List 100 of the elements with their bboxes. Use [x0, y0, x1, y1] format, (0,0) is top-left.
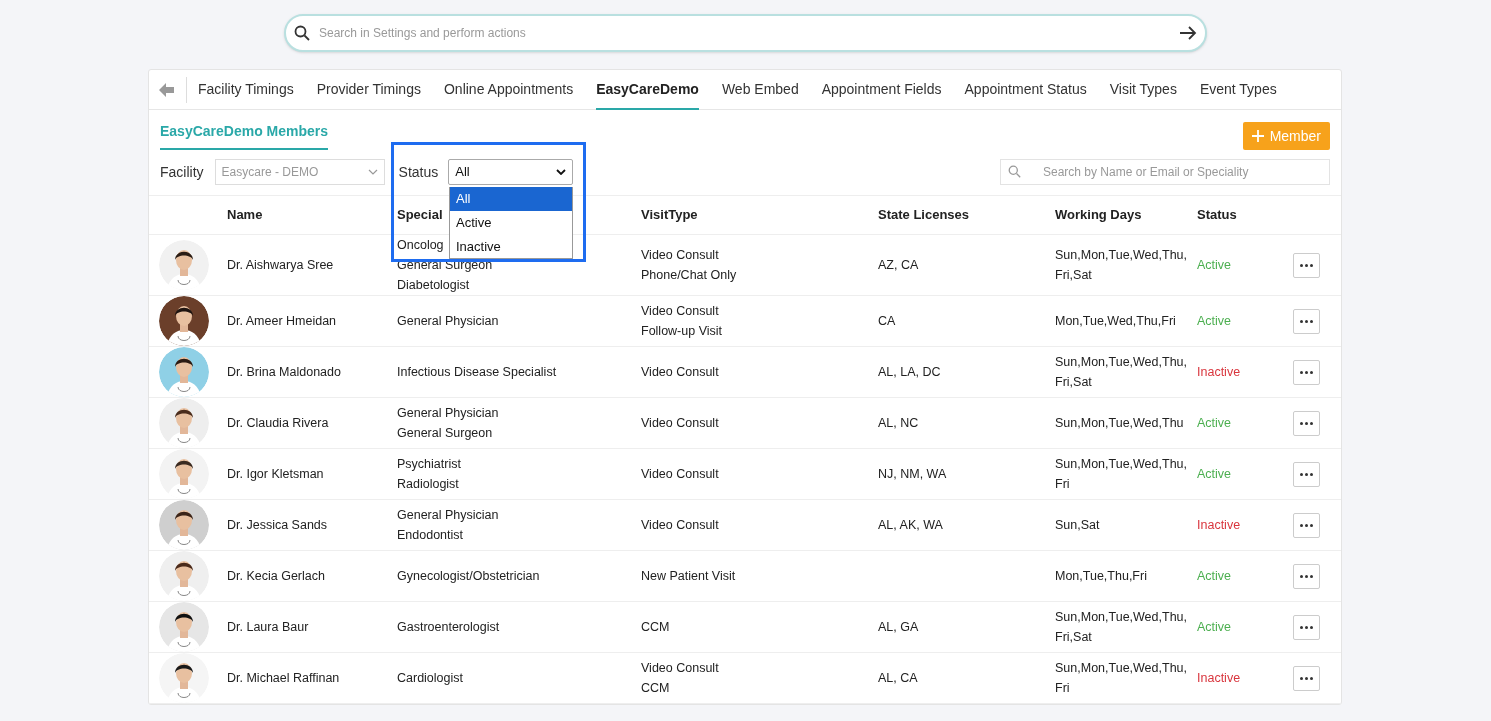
tab[interactable]: Visit Types [1109, 69, 1177, 110]
speciality-text: Gynecologist/Obstetrician [397, 568, 540, 585]
member-name: Dr. Claudia Rivera [227, 415, 330, 432]
more-button[interactable] [1293, 512, 1320, 538]
status-text: Active [1197, 568, 1232, 585]
speciality-text: Infectious Disease Specialist [397, 364, 557, 381]
member-name: Dr. Igor Kletsman [227, 466, 325, 483]
search-icon [294, 25, 310, 41]
status-text: Active [1197, 313, 1232, 330]
more-button[interactable] [1293, 359, 1320, 385]
column-header: Name [227, 206, 263, 225]
speciality-text: General Physician [397, 507, 499, 524]
tab[interactable]: Appointment Fields [821, 69, 942, 110]
working-days: Sun,Mon,Tue,Wed,Thu,Fri [1055, 658, 1187, 698]
visit-type-text: CCM [641, 619, 670, 636]
visit-type-text: Video Consult [641, 247, 719, 264]
more-icon [1300, 263, 1313, 267]
speciality-text: Psychiatrist [397, 456, 461, 473]
tab[interactable]: Appointment Status [964, 69, 1087, 110]
search-icon [1008, 165, 1021, 178]
status-text: Inactive [1197, 517, 1241, 534]
tab[interactable]: EasyCareDemo [596, 69, 699, 110]
member-name: Dr. Aishwarya Sree [227, 257, 335, 274]
visit-type-text: CCM [641, 680, 670, 697]
tab[interactable]: Web Embed [721, 69, 799, 110]
status-text: Active [1197, 415, 1232, 432]
speciality-text: Cardiologist [397, 670, 463, 687]
status-text: Inactive [1197, 364, 1241, 381]
search-field[interactable]: Search in Settings and perform actions [284, 14, 1207, 52]
tab[interactable]: Online Appointments [443, 69, 574, 110]
status-select[interactable]: All [448, 159, 574, 185]
back-arrow-icon[interactable] [159, 82, 175, 97]
more-icon [1300, 676, 1313, 680]
more-button[interactable] [1293, 410, 1320, 436]
speciality-text: Diabetologist [397, 277, 470, 294]
tab[interactable]: Event Types [1199, 69, 1277, 110]
chevron-down-icon [556, 169, 567, 175]
speciality-text: General Physician [397, 313, 499, 330]
member-name: Dr. Michael Raffinan [227, 670, 341, 687]
speciality-text: Endodontist [397, 527, 464, 544]
state-licenses: AL, NC [878, 416, 919, 430]
working-days: Sun,Mon,Tue,Wed,Thu,Fri,Sat [1055, 352, 1187, 392]
dropdown-option[interactable]: Inactive [450, 235, 572, 259]
tab[interactable]: Provider Timings [316, 69, 421, 110]
state-licenses: CA [878, 314, 896, 328]
column-header: Working Days [1055, 206, 1142, 225]
column-header: Status [1197, 206, 1237, 225]
plus-icon [1251, 130, 1264, 142]
more-icon [1300, 574, 1313, 578]
dropdown-option[interactable]: Active [450, 211, 572, 235]
state-licenses: AL, GA [878, 620, 919, 634]
status-text: Inactive [1197, 670, 1241, 687]
visit-type-text: Video Consult [641, 415, 719, 432]
state-licenses: AL, AK, WA [878, 518, 943, 532]
member-name: Dr. Brina Maldonado [227, 364, 342, 381]
speciality-text: Oncolog [397, 237, 444, 254]
state-licenses: AZ, CA [878, 258, 919, 272]
visit-type-text: Video Consult [641, 466, 719, 483]
search-field[interactable]: Search by Name or Email or Speciality [1000, 159, 1330, 185]
member-name: Dr. Laura Baur [227, 619, 310, 636]
more-button[interactable] [1293, 614, 1320, 640]
visit-type-text: New Patient Visit [641, 568, 736, 585]
state-licenses: AL, LA, DC [878, 365, 941, 379]
member-name: Dr. Ameer Hmeidan [227, 313, 338, 330]
tab[interactable]: Facility Timings [198, 69, 294, 110]
speciality-text: General Physician [397, 405, 499, 422]
more-icon [1300, 523, 1313, 527]
more-icon [1300, 319, 1313, 323]
member-name: Dr. Jessica Sands [227, 517, 329, 534]
working-days: Sun,Mon,Tue,Wed,Thu,Fri [1055, 454, 1187, 494]
status-text: Active [1197, 619, 1232, 636]
speciality-text: Radiologist [397, 476, 459, 493]
working-days: Mon,Tue,Thu,Fri [1055, 566, 1187, 586]
working-days: Sun,Mon,Tue,Wed,Thu,Fri,Sat [1055, 607, 1187, 647]
more-button[interactable] [1293, 563, 1320, 589]
working-days: Sun,Mon,Tue,Wed,Thu,Fri,Sat [1055, 245, 1187, 285]
working-days: Sun,Sat [1055, 515, 1187, 535]
more-button[interactable] [1293, 665, 1320, 691]
visit-type-text: Video Consult [641, 303, 719, 320]
working-days: Mon,Tue,Wed,Thu,Fri [1055, 311, 1187, 331]
state-licenses: NJ, NM, WA [878, 467, 947, 481]
state-licenses: AL, CA [878, 671, 918, 685]
arrow-right-icon[interactable] [1179, 26, 1197, 40]
status-text: Active [1197, 466, 1232, 483]
more-button[interactable] [1293, 461, 1320, 487]
working-days: Sun,Mon,Tue,Wed,Thu [1055, 413, 1187, 433]
more-icon [1300, 370, 1313, 374]
more-icon [1300, 421, 1313, 425]
visit-type-text: Video Consult [641, 517, 719, 534]
status-label: Status [398, 162, 439, 182]
more-button[interactable] [1293, 308, 1320, 334]
status-text: Active [1197, 257, 1232, 274]
column-header: VisitType [641, 206, 698, 225]
visit-type-text: Video Consult [641, 660, 719, 677]
more-button[interactable] [1293, 252, 1320, 278]
dropdown-option[interactable]: All [450, 187, 572, 211]
column-header: State Licenses [878, 206, 970, 225]
more-icon [1300, 472, 1313, 476]
facility-label: Facility [160, 162, 204, 182]
visit-type-text: Phone/Chat Only [641, 267, 737, 284]
